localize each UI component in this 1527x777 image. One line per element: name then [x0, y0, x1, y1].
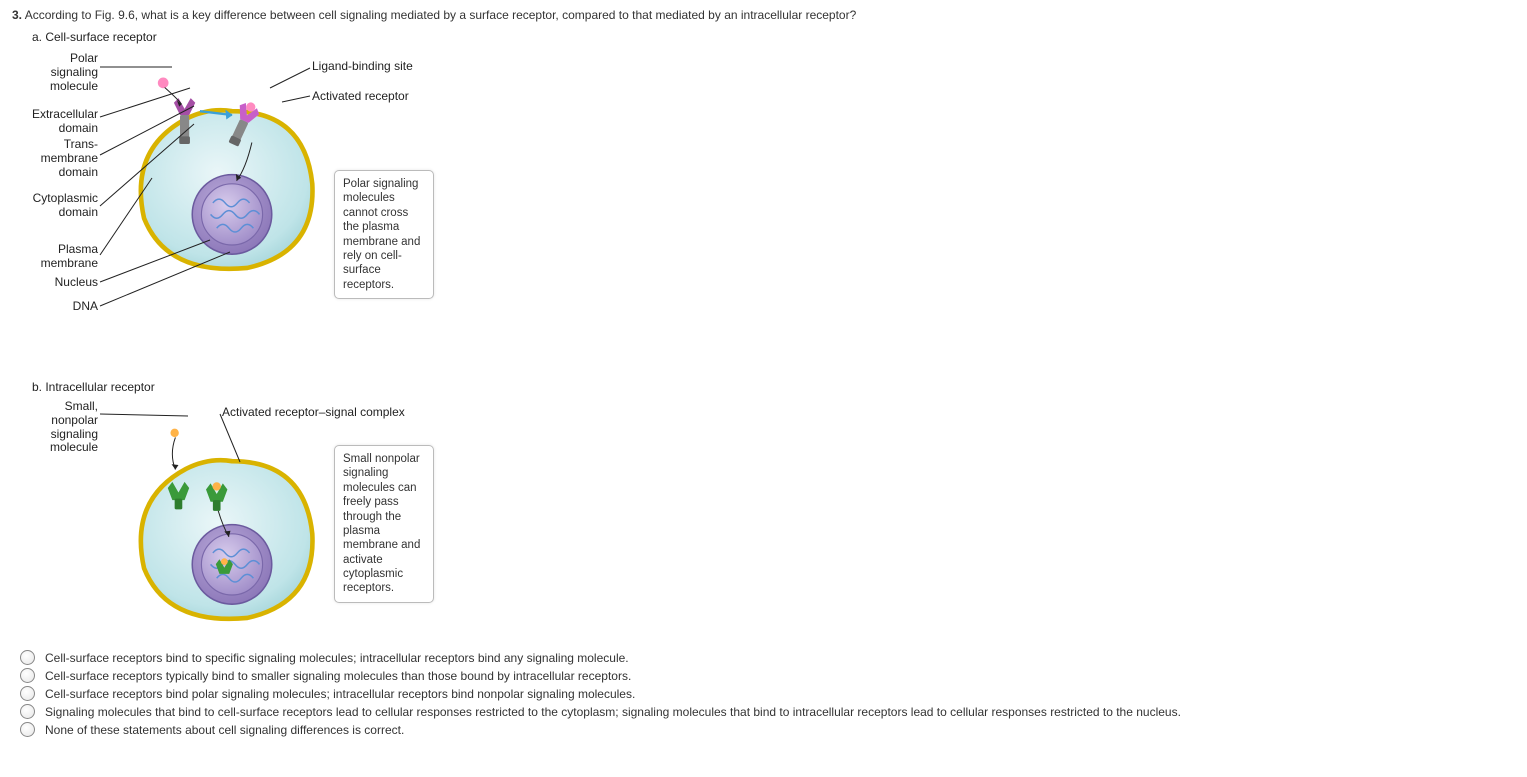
note-panel-a: Polar signaling molecules cannot cross t… — [334, 170, 434, 299]
radio-icon[interactable] — [20, 668, 35, 683]
figure-9-6: a. Cell-surface receptor — [22, 30, 472, 640]
label-plasma-membrane: Plasma membrane — [22, 243, 98, 271]
option-text: Signaling molecules that bind to cell-su… — [45, 705, 1181, 719]
radio-icon[interactable] — [20, 686, 35, 701]
cell-diagram-b — [102, 400, 362, 660]
label-small-nonpolar: Small, nonpolar signaling molecule — [22, 400, 98, 455]
question-line: 3. According to Fig. 9.6, what is a key … — [12, 8, 1515, 22]
label-activated-complex: Activated receptor–signal complex — [222, 406, 405, 420]
question-number: 3. — [12, 8, 22, 22]
option-text: None of these statements about cell sign… — [45, 723, 404, 737]
panel-a-title: a. Cell-surface receptor — [32, 30, 157, 44]
radio-icon[interactable] — [20, 650, 35, 665]
label-nucleus: Nucleus — [22, 276, 98, 290]
label-polar-signaling-molecule: Polar signaling molecule — [22, 52, 98, 93]
label-transmembrane-domain: Trans- membrane domain — [22, 138, 98, 179]
label-extracellular-domain: Extracellular domain — [22, 108, 98, 136]
option-e[interactable]: None of these statements about cell sign… — [20, 722, 1515, 737]
option-text: Cell-surface receptors bind polar signal… — [45, 687, 635, 701]
option-text: Cell-surface receptors typically bind to… — [45, 669, 631, 683]
label-dna: DNA — [22, 300, 98, 314]
label-cytoplasmic-domain: Cytoplasmic domain — [22, 192, 98, 220]
label-activated-receptor: Activated receptor — [312, 90, 409, 104]
note-panel-b: Small nonpolar signaling molecules can f… — [334, 445, 434, 603]
radio-icon[interactable] — [20, 722, 35, 737]
option-b[interactable]: Cell-surface receptors typically bind to… — [20, 668, 1515, 683]
label-ligand-binding-site: Ligand-binding site — [312, 60, 413, 74]
panel-b-title: b. Intracellular receptor — [32, 380, 155, 394]
question-text: According to Fig. 9.6, what is a key dif… — [25, 8, 857, 22]
answer-options: Cell-surface receptors bind to specific … — [20, 650, 1515, 737]
option-d[interactable]: Signaling molecules that bind to cell-su… — [20, 704, 1515, 719]
radio-icon[interactable] — [20, 704, 35, 719]
option-c[interactable]: Cell-surface receptors bind polar signal… — [20, 686, 1515, 701]
